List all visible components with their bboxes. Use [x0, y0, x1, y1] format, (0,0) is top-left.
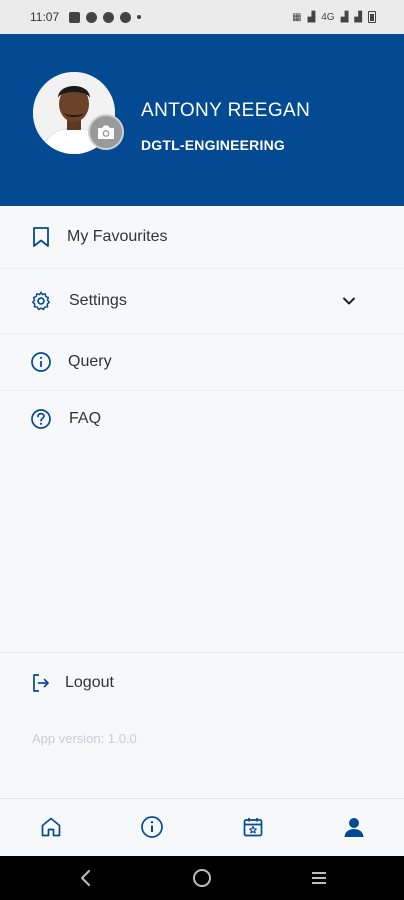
- info-icon: [30, 351, 52, 373]
- menu-item-favourites[interactable]: My Favourites: [0, 206, 404, 269]
- app-version: App version: 1.0.0: [32, 731, 137, 746]
- network-type: 4G: [321, 11, 335, 23]
- profile-department: DGTL-ENGINEERING: [141, 137, 285, 153]
- gear-icon: [30, 290, 52, 312]
- menu-item-label: Settings: [69, 292, 127, 309]
- app-icon: [120, 11, 132, 23]
- change-photo-button[interactable]: [88, 114, 124, 150]
- menu-item-label: Query: [68, 353, 112, 370]
- battery-icon: [368, 11, 376, 23]
- status-time: 11:07: [30, 10, 60, 24]
- profile-icon[interactable]: [340, 813, 368, 841]
- logout-icon: [30, 672, 52, 694]
- notification-icon: [69, 11, 81, 23]
- camera-icon: [98, 125, 114, 139]
- info-icon[interactable]: [138, 813, 166, 841]
- volte-icon: ▦: [292, 11, 302, 23]
- bottom-nav: [0, 798, 404, 856]
- logout-label: Logout: [65, 674, 114, 691]
- bookmark-icon: [30, 226, 52, 248]
- menu-item-settings[interactable]: Settings: [0, 269, 404, 334]
- facebook-icon: [103, 11, 115, 23]
- help-icon: [86, 11, 98, 23]
- calendar-icon[interactable]: [239, 813, 267, 841]
- help-circle-icon: [30, 408, 52, 430]
- more-dot-icon: [137, 15, 142, 19]
- menu-item-query[interactable]: Query: [0, 334, 404, 391]
- profile-name: ANTONY REEGAN: [141, 100, 311, 121]
- signal-2-icon: ▟: [354, 11, 362, 23]
- status-bar: 11:07 ▦ ▟ 4G ▟ ▟: [0, 0, 404, 34]
- chevron-down-icon[interactable]: [340, 292, 358, 310]
- home-circle-icon[interactable]: [190, 866, 214, 890]
- menu-item-label: FAQ: [69, 410, 102, 427]
- signal-icon: ▟: [307, 11, 316, 23]
- status-right: ▦ ▟ 4G ▟ ▟: [292, 11, 376, 23]
- profile-header: ANTONY REEGAN DGTL-ENGINEERING: [0, 34, 404, 206]
- back-icon[interactable]: [74, 866, 98, 890]
- menu-item-faq[interactable]: FAQ: [0, 391, 404, 447]
- logout-button[interactable]: Logout: [0, 653, 404, 713]
- home-icon[interactable]: [37, 813, 65, 841]
- signal-icon: ▟: [340, 11, 349, 23]
- notification-icons: [69, 11, 142, 23]
- menu-lines-icon[interactable]: [307, 866, 331, 890]
- menu-item-label: My Favourites: [67, 228, 168, 245]
- system-nav-bar: [0, 856, 404, 900]
